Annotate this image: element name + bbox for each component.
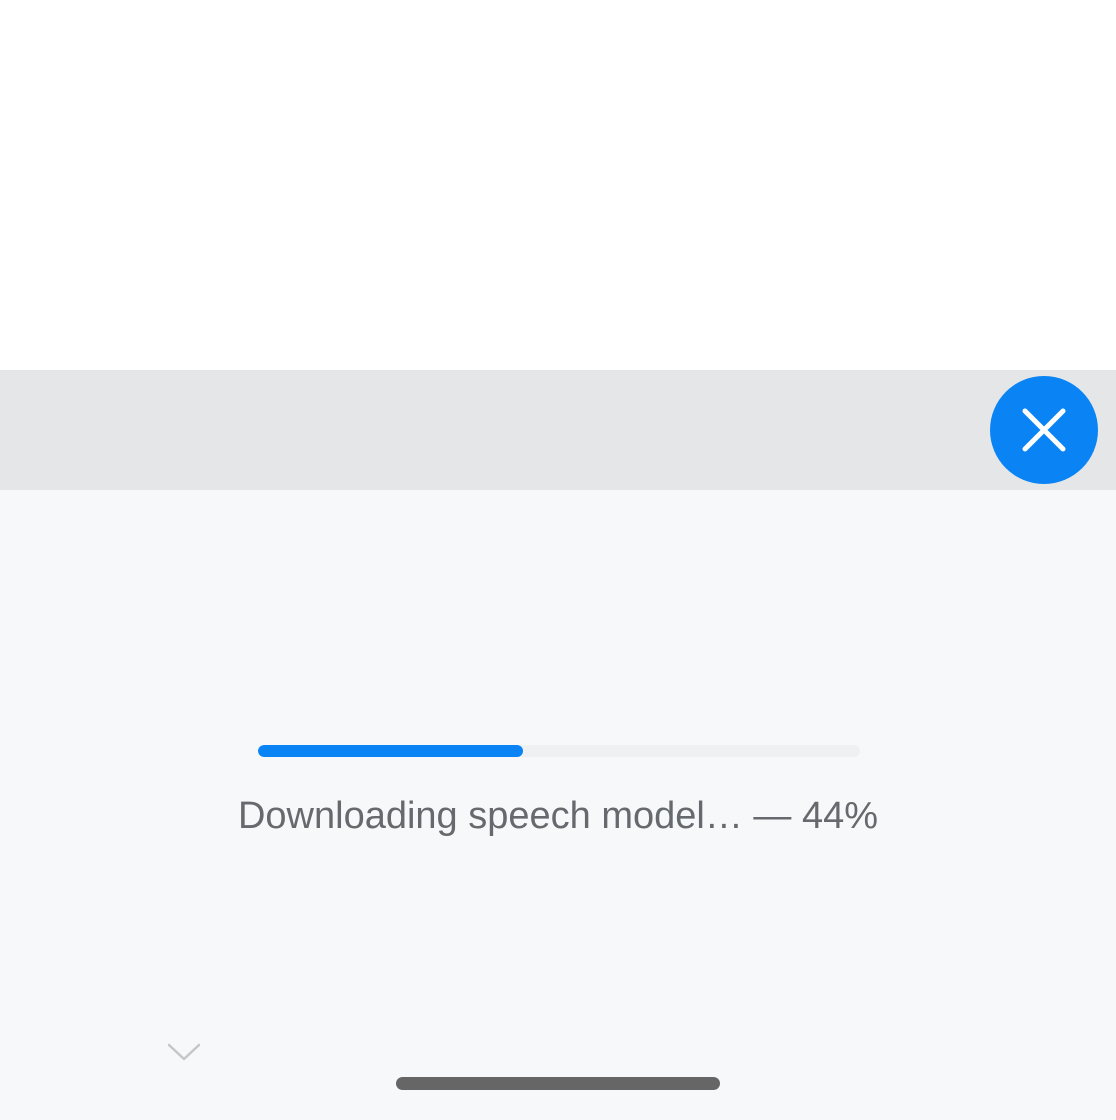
keyboard-toolbar: [0, 370, 1116, 490]
close-icon: [1020, 406, 1068, 454]
chevron-down-icon[interactable]: [166, 1040, 202, 1064]
download-progress-fill: [258, 745, 523, 757]
close-button[interactable]: [990, 376, 1098, 484]
content-area: [0, 0, 1116, 370]
download-status-text: Downloading speech model… — 44%: [237, 795, 879, 837]
download-progress-bar: [258, 745, 860, 757]
home-indicator[interactable]: [396, 1077, 720, 1090]
